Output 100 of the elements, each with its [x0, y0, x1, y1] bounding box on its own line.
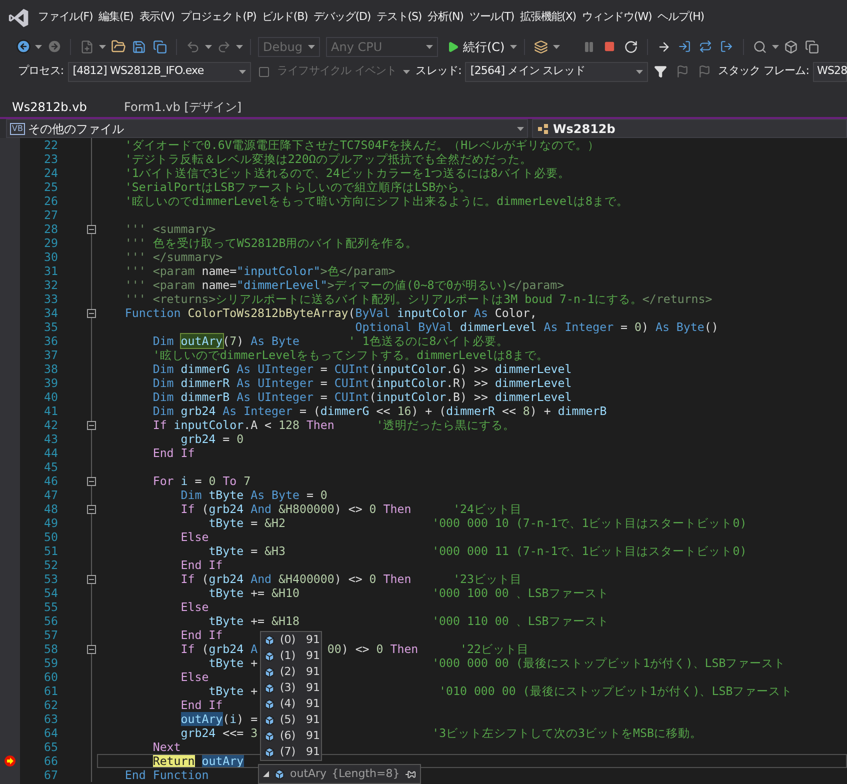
- collapse-icon[interactable]: [86, 574, 96, 584]
- number-text: &H400000: [278, 572, 334, 586]
- line-number: 58: [43, 642, 58, 656]
- file-tab[interactable]: Ws2812b.vb: [0, 98, 112, 116]
- line-number: 47: [43, 488, 58, 502]
- menu-item[interactable]: 分析(N): [428, 9, 464, 26]
- caret-icon: [426, 44, 433, 48]
- expand-triangle-icon[interactable]: [263, 771, 269, 777]
- process-dropdown[interactable]: [4812] WS2812B_IFO.exe: [68, 62, 251, 82]
- line-number: 26: [43, 194, 58, 208]
- line-number: 50: [43, 530, 58, 544]
- control-keyword-text: End If: [180, 698, 223, 712]
- datatip-row[interactable]: (2) 91: [261, 664, 321, 680]
- line-number: 54: [43, 586, 58, 600]
- operator-text: +=: [250, 614, 265, 628]
- continue-button[interactable]: 続行(C): [445, 36, 507, 56]
- datatip-row[interactable]: (1) 91: [261, 648, 321, 664]
- variable-name: outAry: [290, 766, 327, 782]
- comment-text: '000 100 00 、LSBファースト: [432, 586, 609, 600]
- line-number: 43: [43, 432, 58, 446]
- menu-item[interactable]: プロジェクト(P): [180, 9, 256, 26]
- type-dropdown[interactable]: Ws2812b: [532, 119, 847, 138]
- operator-text: ) <>: [334, 502, 362, 516]
- line-number: 25: [43, 180, 58, 194]
- line-number: 46: [43, 474, 58, 488]
- number-text: 7: [230, 334, 237, 348]
- operator-text: =: [250, 516, 258, 530]
- identifier-text: inputColor: [174, 418, 244, 432]
- number-text: 0: [208, 474, 216, 488]
- control-keyword-text: End If: [152, 446, 195, 460]
- collapse-icon[interactable]: [86, 644, 96, 654]
- caret-icon: [510, 44, 517, 48]
- number-text: 0: [369, 502, 376, 516]
- identifier-text: grb24: [180, 432, 216, 446]
- file-tab[interactable]: Form1.vb [デザイン]: [112, 98, 254, 116]
- number-text: 0: [634, 320, 642, 334]
- identifier-text: tByte: [208, 656, 244, 670]
- line-number: 33: [43, 292, 58, 306]
- identifier-text: inputColor: [397, 306, 467, 320]
- control-keyword-text: Then: [383, 572, 412, 586]
- datatip-row[interactable]: (5) 91: [261, 712, 321, 728]
- stack-frame-dropdown[interactable]: WS28: [813, 62, 847, 82]
- datatip-row[interactable]: (4) 91: [261, 696, 321, 712]
- object-icon: [264, 746, 275, 758]
- pin-icon[interactable]: [404, 768, 416, 780]
- datatip-row[interactable]: (6) 91: [261, 728, 321, 744]
- object-icon: [264, 698, 275, 710]
- operator-text: (: [202, 642, 209, 656]
- menu-item[interactable]: ツール(T): [469, 9, 514, 26]
- operator-text: <<: [376, 404, 390, 418]
- menu-item[interactable]: 編集(E): [98, 9, 134, 26]
- line-number: 64: [43, 726, 58, 740]
- line-number: 56: [43, 614, 58, 628]
- collapse-icon[interactable]: [86, 308, 96, 318]
- back-icon[interactable]: [14, 38, 32, 56]
- control-keyword-text: End If: [180, 558, 223, 572]
- line-number: 42: [43, 418, 58, 432]
- line-number: 53: [43, 572, 58, 586]
- collapse-icon[interactable]: [86, 224, 96, 234]
- menu-item[interactable]: 表示(V): [139, 9, 174, 26]
- identifier-text: tByte: [208, 516, 244, 530]
- menu-item[interactable]: ファイル(F): [38, 9, 93, 26]
- keyword-text: Dim: [152, 390, 174, 404]
- identifier-text: dimmerG: [180, 362, 230, 376]
- project-dropdown[interactable]: VB その他のファイル: [6, 119, 528, 138]
- caret-icon: [552, 44, 560, 48]
- collapse-icon[interactable]: [86, 476, 96, 486]
- menu-item[interactable]: 拡張機能(X): [520, 9, 576, 26]
- identifier-text: inputColor: [376, 362, 446, 376]
- comment-text: 色を受け取ってWS2812B用のバイト配列を作る。: [152, 236, 418, 250]
- app-logo: [8, 6, 30, 28]
- collapse-icon[interactable]: [86, 420, 96, 430]
- collapse-icon[interactable]: [86, 504, 96, 514]
- comment-text: '010 000 00 (最後にストップビット1が付く)、LSBファースト: [439, 684, 793, 698]
- operator-text: +: [250, 656, 258, 670]
- control-keyword-text: Else: [180, 600, 209, 614]
- thread-dropdown[interactable]: [2564] メイン スレッド: [465, 62, 648, 82]
- datatip-row[interactable]: (3) 91: [261, 680, 321, 696]
- caret-icon: [35, 44, 42, 48]
- keyword-text: Dim: [152, 334, 174, 348]
- operator-text: (): [704, 320, 718, 334]
- value-text: 91: [306, 648, 320, 664]
- identifier-text: dimmerG: [320, 404, 370, 418]
- index-text: (4): [280, 696, 297, 712]
- menu-item[interactable]: ビルド(B): [262, 9, 308, 26]
- value-text: 91: [306, 664, 320, 680]
- menu-item[interactable]: ヘルプ(H): [658, 9, 704, 26]
- line-number: 45: [43, 460, 58, 474]
- caret-icon: [239, 70, 246, 74]
- line-number: 38: [43, 362, 58, 376]
- menu-item[interactable]: デバッグ(D): [314, 9, 371, 26]
- datatip-row[interactable]: (0) 91: [261, 632, 321, 648]
- menu-item[interactable]: ウィンドウ(W): [582, 9, 652, 26]
- control-keyword-text: Else: [180, 530, 209, 544]
- datatip-row[interactable]: (7) 91: [261, 744, 321, 760]
- menu-item[interactable]: テスト(S): [376, 9, 422, 26]
- number-text: 7: [244, 474, 251, 488]
- operator-text: <<=: [222, 726, 244, 740]
- line-number: 36: [43, 334, 58, 348]
- value-text: 91: [306, 712, 320, 728]
